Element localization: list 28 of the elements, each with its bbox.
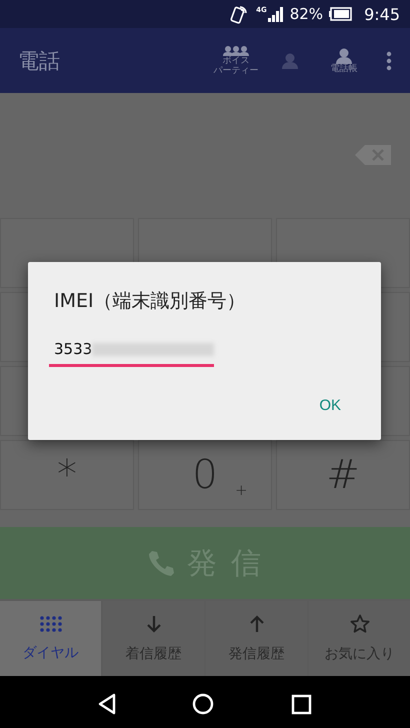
- person-icon: [334, 46, 354, 65]
- ok-button[interactable]: OK: [319, 397, 341, 414]
- signal-icon: [266, 6, 284, 22]
- battery-icon: [329, 5, 352, 23]
- dialog-title: IMEI（端末識別番号）: [54, 289, 247, 314]
- dial-key[interactable]: *: [0, 440, 134, 510]
- star-icon: [350, 614, 370, 633]
- people-icon: [222, 45, 250, 58]
- dial-key[interactable]: 0 +: [138, 440, 272, 510]
- voice-party-button[interactable]: ボイス パーティー: [212, 45, 260, 76]
- recents-icon[interactable]: [290, 694, 312, 714]
- dialpad-icon: [40, 616, 62, 632]
- up-arrow-icon: [248, 614, 264, 632]
- phone-icon: [147, 549, 176, 577]
- battery-percent: 82%: [290, 5, 324, 23]
- dial-key[interactable]: #: [276, 440, 410, 510]
- home-icon[interactable]: [192, 693, 214, 715]
- person-icon: [280, 52, 300, 70]
- clock: 9:45: [364, 4, 400, 24]
- more-icon: [386, 50, 392, 70]
- down-arrow-icon: [146, 614, 162, 632]
- contacts-button[interactable]: 電話帳: [320, 46, 368, 74]
- imei-field[interactable]: 3533: [49, 340, 214, 367]
- app-title: 電話: [18, 48, 61, 74]
- back-icon[interactable]: [98, 693, 116, 715]
- action-label: パーティー: [214, 66, 258, 76]
- action-label: ボイス: [222, 57, 250, 66]
- tab[interactable]: ダイヤル: [0, 601, 101, 676]
